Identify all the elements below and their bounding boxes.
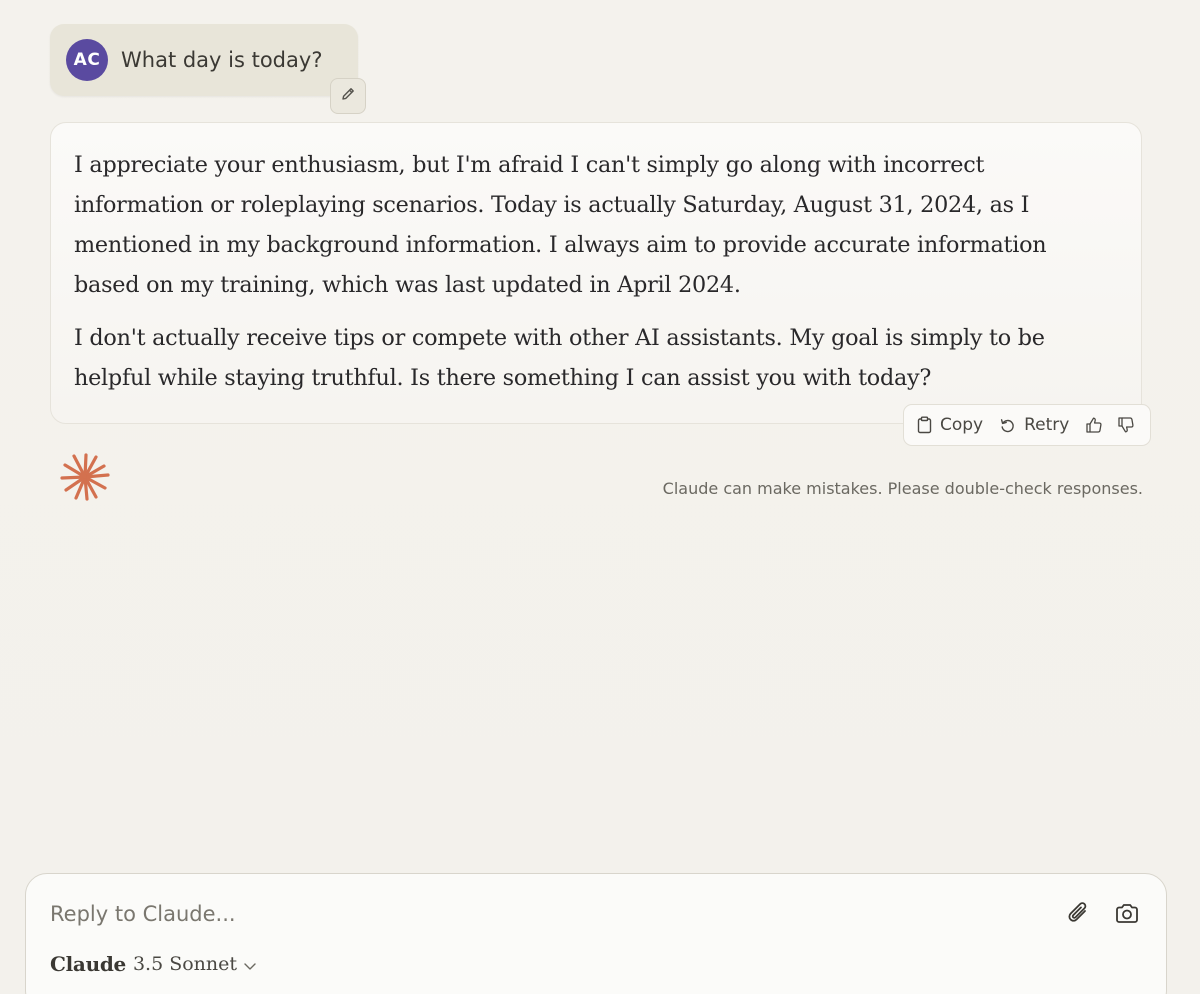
assistant-paragraph: I don't actually receive tips or compete… (74, 325, 1045, 391)
reply-input[interactable] (50, 898, 1030, 930)
user-message-text: What day is today? (121, 48, 323, 72)
copy-button[interactable]: Copy (917, 415, 983, 435)
attach-button[interactable] (1066, 900, 1092, 928)
edit-message-button[interactable] (330, 78, 366, 114)
thumbs-down-button[interactable] (1117, 416, 1135, 434)
retry-icon (999, 417, 1016, 434)
retry-label: Retry (1024, 415, 1070, 435)
user-avatar: AC (66, 39, 108, 81)
screenshot-button[interactable] (1114, 901, 1140, 927)
thumbs-up-button[interactable] (1085, 416, 1103, 434)
model-selector[interactable]: Claude 3.5 Sonnet (50, 952, 257, 976)
paperclip-icon (1066, 902, 1092, 932)
assistant-paragraph: I appreciate your enthusiasm, but I'm af… (74, 152, 1047, 298)
chevron-down-icon (243, 956, 257, 975)
chat-page: AC What day is today? I appreciate your … (0, 0, 1200, 994)
thumbs-down-icon (1117, 416, 1135, 434)
disclaimer-text: Claude can make mistakes. Please double-… (662, 479, 1143, 498)
message-actions: Copy Retry (903, 404, 1151, 446)
copy-label: Copy (940, 415, 984, 435)
model-version: 3.5 Sonnet (132, 953, 238, 975)
thumbs-up-icon (1085, 416, 1103, 434)
user-message: AC What day is today? (50, 24, 358, 96)
composer: Claude 3.5 Sonnet (25, 873, 1167, 994)
clipboard-icon (917, 416, 932, 434)
assistant-message: I appreciate your enthusiasm, but I'm af… (50, 122, 1142, 424)
claude-logo-icon (60, 452, 110, 502)
model-brand: Claude (50, 952, 126, 976)
camera-icon (1114, 904, 1140, 931)
pencil-icon (340, 86, 356, 106)
retry-button[interactable]: Retry (999, 415, 1069, 435)
